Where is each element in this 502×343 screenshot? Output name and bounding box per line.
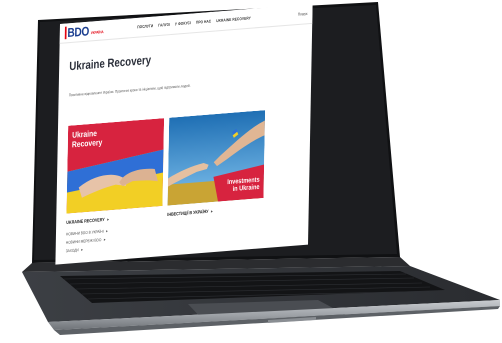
investments-card[interactable]: Investments in Ukraine	[167, 110, 266, 206]
bdo-logo[interactable]: BDO УКРАЇНА	[64, 24, 104, 40]
sub-link-events[interactable]: ЗАХОДИ ▸	[66, 247, 83, 254]
card-title-recovery: Ukraine Recovery	[72, 129, 103, 149]
logo-subtitle: УКРАЇНА	[90, 29, 104, 36]
ukraine-recovery-link[interactable]: UKRAINE RECOVERY ▸	[66, 216, 109, 225]
nav-item-services[interactable]: ПОСЛУГИ	[137, 24, 153, 29]
sub-link-bdo-news[interactable]: НОВИНИ BDO В УКРАЇНІ ▸	[66, 228, 108, 237]
sub-link-network-news[interactable]: НОВИНИ МЕРЕЖІ BDO ▸	[66, 237, 106, 245]
page-intro: Позитивне відновлення України. Практичні…	[68, 83, 191, 98]
main-nav: ПОСЛУГИ ГАЛУЗІ У ФОКУСІ ПРО НАС UKRAINE …	[137, 16, 251, 29]
search-link[interactable]: Пошук	[298, 12, 308, 17]
nav-item-about[interactable]: ПРО НАС	[196, 19, 211, 24]
card-title-investments: Investments in Ukraine	[227, 176, 260, 193]
link-label: ІНВЕСТИЦІЇ В УКРАЇНУ	[167, 208, 209, 218]
sub-link-label: ЗАХОДИ	[65, 248, 79, 254]
link-label: UKRAINE RECOVERY	[66, 216, 105, 226]
card-title-line2: Recovery	[71, 137, 103, 149]
chevron-right-icon: ▸	[81, 246, 83, 253]
nav-item-ukraine-recovery[interactable]: UKRAINE RECOVERY	[216, 16, 251, 23]
chevron-right-icon: ▸	[103, 236, 106, 242]
ukraine-recovery-card[interactable]: Ukraine Recovery	[66, 118, 165, 214]
sub-link-label: НОВИНИ BDO В УКРАЇНІ	[66, 229, 104, 237]
page-title: Ukraine Recovery	[69, 54, 152, 74]
nav-item-focus[interactable]: У ФОКУСІ	[175, 21, 191, 26]
sub-link-label: НОВИНИ МЕРЕЖІ BDO	[65, 237, 102, 245]
chevron-right-icon: ▸	[106, 228, 108, 234]
chevron-right-icon: ▸	[107, 216, 110, 222]
website-screen: BDO УКРАЇНА ПОСЛУГИ ГАЛУЗІ У ФОКУСІ ПРО …	[55, 3, 313, 265]
logo-text: BDO	[64, 24, 89, 40]
nav-item-industries[interactable]: ГАЛУЗІ	[158, 23, 170, 28]
chevron-right-icon: ▸	[210, 208, 213, 214]
investments-link[interactable]: ІНВЕСТИЦІЇ В УКРАЇНУ ▸	[167, 208, 212, 217]
